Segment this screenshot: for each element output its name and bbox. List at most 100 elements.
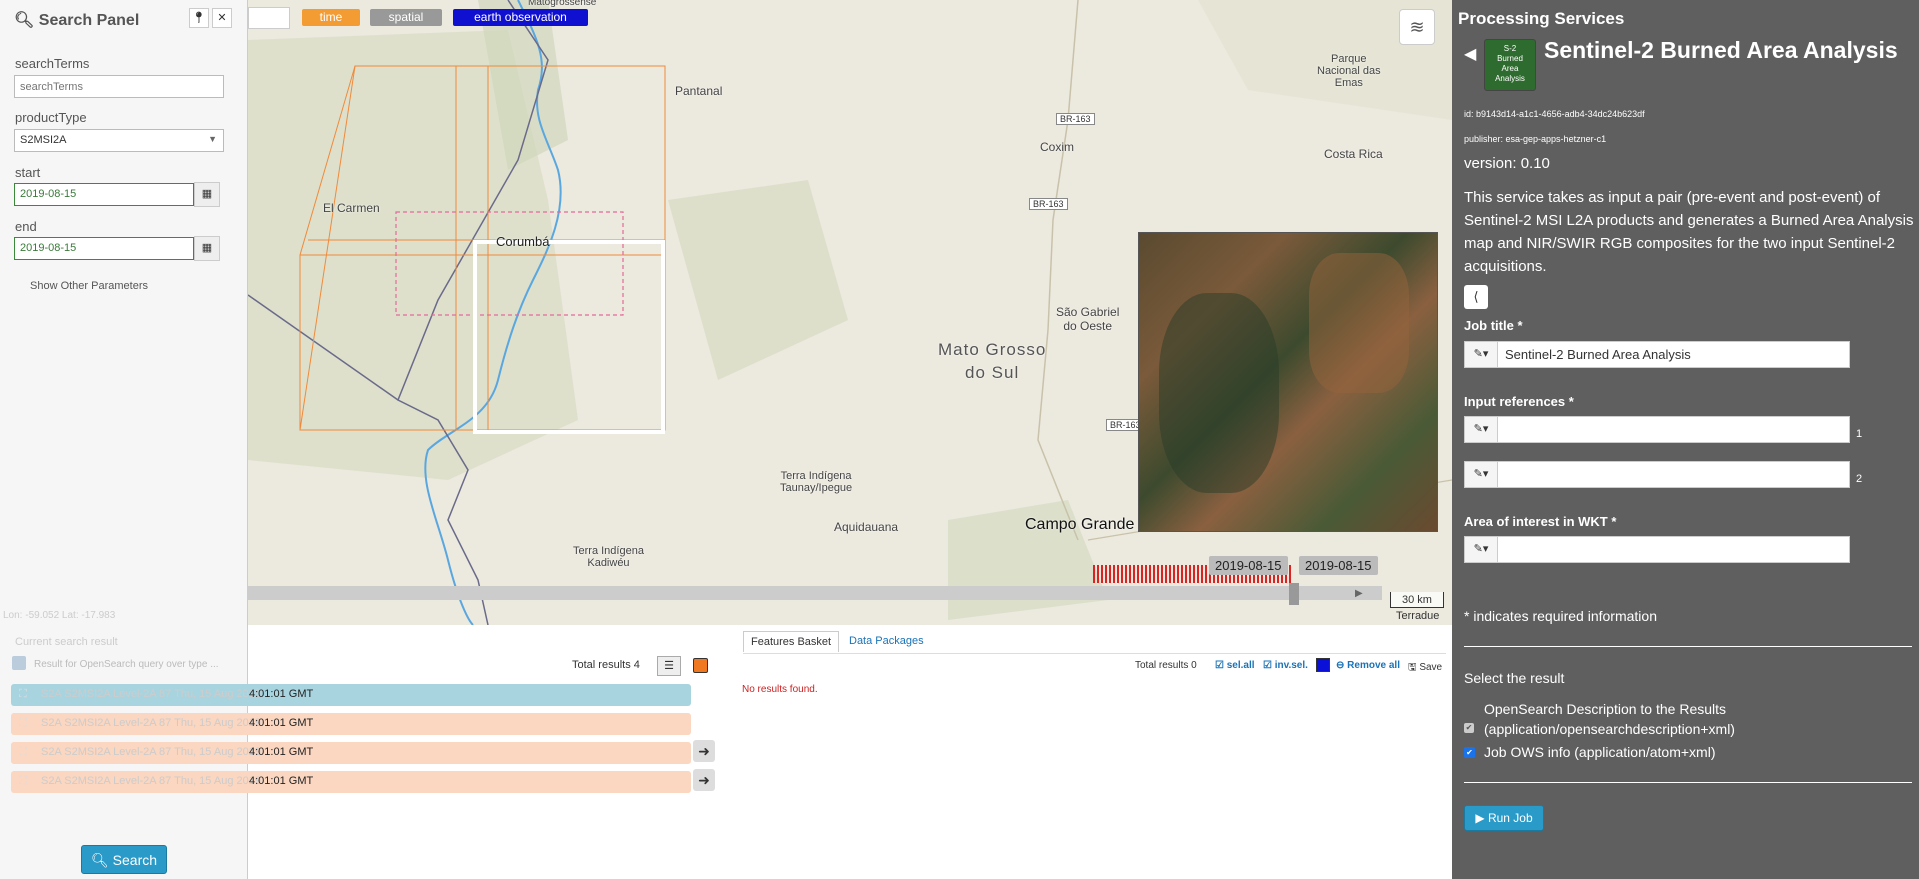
- result-time: 4:01:01 GMT: [249, 775, 314, 787]
- aoi-input[interactable]: ✎▾: [1464, 536, 1850, 563]
- tag-time[interactable]: time: [302, 9, 360, 26]
- result-row[interactable]: ⛶ S2A S2MSI2A Level-2A 87 Thu, 15 Aug 20…: [11, 771, 691, 793]
- layers-icon[interactable]: ≋: [1399, 9, 1435, 45]
- tab-features-basket[interactable]: Features Basket: [743, 631, 840, 652]
- place-mato-grosso-do-sul: Mato Grosso do Sul: [938, 340, 1047, 382]
- current-search-result-label: Current search result: [15, 636, 118, 648]
- result-row[interactable]: ⛶ S2A S2MSI2A Level-2A 87 Thu, 15 Aug 20…: [11, 742, 691, 764]
- footprint-icon: ⛶: [19, 688, 27, 700]
- wand-dropdown-icon[interactable]: ✎▾: [1465, 462, 1498, 487]
- place-aquidauana: Aquidauana: [834, 520, 899, 534]
- tab-data-packages[interactable]: Data Packages: [849, 635, 924, 647]
- basket-total: Total results 0: [1135, 660, 1197, 671]
- show-other-params-link[interactable]: Show Other Parameters: [30, 280, 148, 292]
- footprint-icon: ⛶: [19, 717, 27, 729]
- result-query-label: Result for OpenSearch query over type ..…: [34, 659, 219, 670]
- share-icon[interactable]: ⟨: [1464, 285, 1488, 309]
- basket-color-swatch[interactable]: [1316, 658, 1330, 672]
- arrow-right-icon[interactable]: ➜: [693, 740, 715, 762]
- processing-panel-header: Processing Services: [1458, 9, 1625, 28]
- map-view[interactable]: time spatial earth observation ≋ Matogro…: [248, 0, 1452, 625]
- search-button[interactable]: 🔍︎ Search: [81, 845, 167, 874]
- road-sign: BR-163: [1056, 113, 1095, 125]
- input-reference-1-field[interactable]: ✎▾: [1464, 416, 1850, 443]
- divider: [1464, 782, 1912, 783]
- share-icon[interactable]: [12, 656, 26, 670]
- remove-all-label: Remove all: [1347, 660, 1400, 671]
- close-icon[interactable]: ✕: [212, 8, 232, 28]
- save-button[interactable]: 🖫 Save: [1408, 660, 1442, 677]
- result-title: S2A S2MSI2A Level-2A 87 Thu, 15 Aug 2019: [41, 746, 261, 758]
- result-row[interactable]: ⛶ S2A S2MSI2A Level-2A 87 Thu, 15 Aug 20…: [11, 684, 691, 706]
- timeline-track[interactable]: [248, 586, 1382, 600]
- invert-selection-button[interactable]: ☑ inv.sel.: [1263, 660, 1308, 671]
- result-title: S2A S2MSI2A Level-2A 87 Thu, 15 Aug 2019: [41, 688, 261, 700]
- result-time: 4:01:01 GMT: [249, 717, 314, 729]
- option-opensearch-label: OpenSearch Description to the Results (a…: [1484, 701, 1735, 737]
- field-label: start: [15, 165, 41, 180]
- timeline-handle[interactable]: [1289, 583, 1299, 605]
- remove-all-button[interactable]: ⊖ Remove all: [1336, 660, 1400, 671]
- place-terra-kadiweu: Terra Indígena Kadiwéu: [573, 545, 644, 569]
- timeline-end-label: 2019-08-15: [1299, 556, 1378, 575]
- pin-icon[interactable]: 📍︎: [189, 8, 209, 28]
- timeline-next-icon[interactable]: ▶: [1355, 588, 1363, 599]
- end-date-input[interactable]: 2019-08-15: [14, 237, 194, 260]
- road-sign: BR-163: [1029, 198, 1068, 210]
- checkbox-job-ows[interactable]: ✔: [1464, 747, 1475, 758]
- select-result-label: Select the result: [1464, 670, 1565, 686]
- satellite-quicklook[interactable]: [1138, 232, 1438, 532]
- color-swatch[interactable]: [693, 658, 708, 673]
- search-button-label: Search: [112, 852, 158, 868]
- field-label: productType: [15, 110, 87, 125]
- input-references-label: Input references *: [1464, 394, 1574, 409]
- input-ref-number: 2: [1856, 473, 1863, 485]
- tag-spatial[interactable]: spatial: [370, 9, 442, 26]
- search-terms-input[interactable]: [14, 75, 224, 98]
- place-campo-grande: Campo Grande: [1025, 516, 1135, 533]
- map-search-box[interactable]: [248, 7, 290, 29]
- search-panel-header: 🔍︎ Search Panel 📍︎ ✕: [0, 0, 248, 38]
- tag-earth-observation[interactable]: earth observation: [453, 9, 588, 26]
- no-results-message: No results found.: [742, 684, 818, 695]
- result-time: 4:01:01 GMT: [249, 746, 314, 758]
- result-title: S2A S2MSI2A Level-2A 87 Thu, 15 Aug 2019: [41, 717, 261, 729]
- result-row[interactable]: ⛶ S2A S2MSI2A Level-2A 87 Thu, 15 Aug 20…: [11, 713, 691, 735]
- place-costa-rica: Costa Rica: [1324, 147, 1383, 161]
- field-label: searchTerms: [15, 56, 90, 71]
- job-title-label: Job title *: [1464, 318, 1523, 333]
- product-type-select[interactable]: S2MSI2A ▼: [14, 129, 224, 152]
- input-reference-2-field[interactable]: ✎▾: [1464, 461, 1850, 488]
- job-title-input[interactable]: ✎▾ Sentinel-2 Burned Area Analysis: [1464, 341, 1850, 368]
- run-job-button[interactable]: ▶ Run Job: [1464, 805, 1544, 831]
- back-chevron-icon[interactable]: ◀: [1464, 44, 1476, 64]
- option-job-ows-label: Job OWS info (application/atom+xml): [1484, 744, 1716, 760]
- service-description: This service takes as input a pair (pre-…: [1464, 189, 1914, 275]
- field-label: end: [15, 219, 37, 234]
- results-total-label: Total results: [572, 659, 631, 671]
- start-date-input[interactable]: 2019-08-15: [14, 183, 194, 206]
- service-version: version: 0.10: [1464, 155, 1550, 172]
- place-coxim: Coxim: [1040, 140, 1075, 154]
- wand-dropdown-icon[interactable]: ✎▾: [1465, 342, 1498, 367]
- select-all-button[interactable]: ☑ sel.all: [1215, 660, 1255, 671]
- arrow-right-icon[interactable]: ➜: [693, 769, 715, 791]
- service-id: id: b9143d14-a1c1-4656-adb4-34dc24b623df: [1464, 109, 1645, 119]
- place-el-carmen: El Carmen: [323, 201, 380, 215]
- wand-dropdown-icon[interactable]: ✎▾: [1465, 417, 1498, 442]
- place-pantanal: Pantanal: [675, 84, 723, 98]
- place-sao-gabriel: São Gabriel do Oeste: [1056, 305, 1120, 333]
- wand-dropdown-icon[interactable]: ✎▾: [1465, 537, 1498, 562]
- place-matogrossense: Matogrossense: [528, 0, 597, 8]
- tab-divider: [743, 653, 1446, 654]
- service-publisher: publisher: esa-gep-apps-hetzner-c1: [1464, 134, 1607, 144]
- run-job-label: Run Job: [1487, 811, 1533, 825]
- divider: [1464, 646, 1912, 647]
- calendar-icon[interactable]: ▦: [194, 182, 220, 207]
- map-attribution: Terradue: [1396, 610, 1440, 622]
- processing-panel: Processing Services ◀ S-2 Burned Area An…: [1452, 0, 1919, 879]
- map-scale: 30 km: [1390, 592, 1444, 608]
- checkbox-opensearch[interactable]: ✔: [1464, 723, 1474, 733]
- calendar-icon[interactable]: ▦: [194, 236, 220, 261]
- list-view-icon[interactable]: ☰: [657, 656, 681, 676]
